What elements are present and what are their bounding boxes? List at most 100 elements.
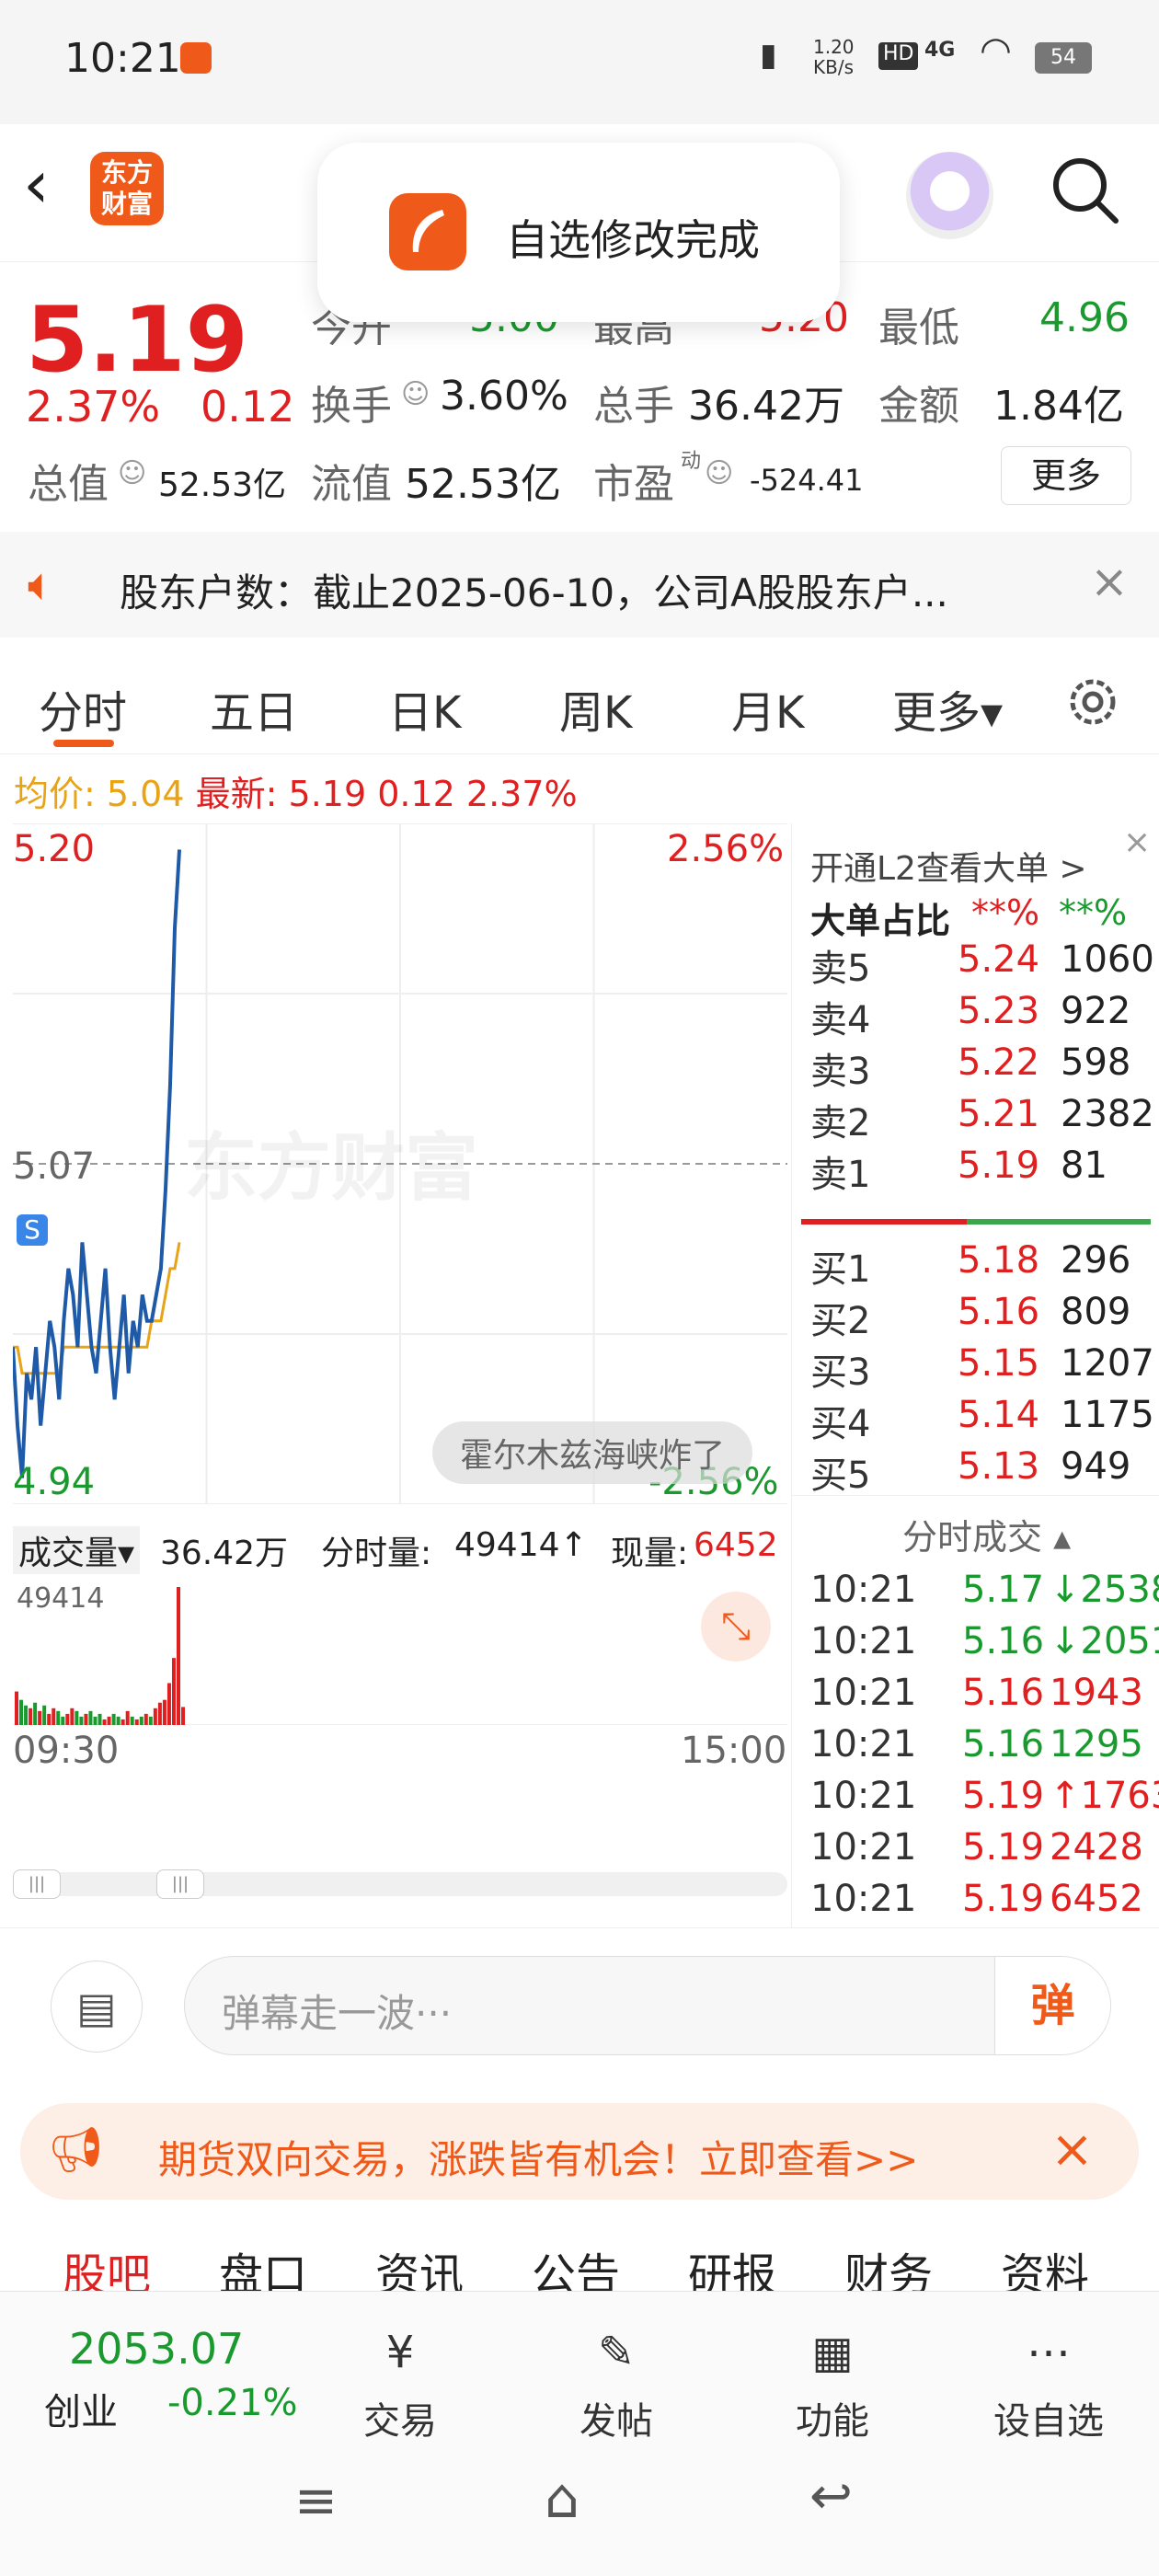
- bid-volume: 1175: [1061, 1394, 1154, 1436]
- nav-functions[interactable]: ▦ 功能: [740, 2319, 924, 2444]
- robot-avatar-icon[interactable]: [906, 152, 993, 239]
- tick-time: 10:21: [810, 1672, 917, 1714]
- tick-time: 10:21: [810, 1878, 917, 1920]
- tick-volume: 6452: [1050, 1878, 1143, 1920]
- bid-level-label: 买4: [810, 1403, 871, 1445]
- volume-bar: [79, 1716, 84, 1725]
- scroll-handle-right[interactable]: |||: [156, 1869, 204, 1899]
- volume-bar: [143, 1713, 148, 1725]
- tick-price: 5.17: [962, 1569, 1045, 1611]
- close-icon[interactable]: ×: [1090, 555, 1129, 608]
- volume-bar: [70, 1708, 75, 1725]
- tab-weekly-k[interactable]: 周K: [559, 676, 632, 741]
- bid-level-label: 买2: [810, 1300, 871, 1342]
- volume-bar: [153, 1708, 157, 1725]
- menu-icon[interactable]: ≡: [294, 2471, 338, 2531]
- now-label: 现量:: [611, 1535, 689, 1572]
- orderbook-row: 10:21 5.17↓2538: [792, 1569, 1159, 1620]
- volume-bar: [33, 1702, 38, 1725]
- mcap-value: 52.53亿: [158, 466, 287, 504]
- orderbook-row: 买3 5.15 1207: [792, 1342, 1159, 1394]
- danmaku-toggle-icon[interactable]: ▤: [51, 1961, 143, 2053]
- ad-banner[interactable]: 📢︎ 期货双向交易，涨跌皆有机会！立即查看>> ×: [20, 2103, 1139, 2200]
- ask-price: 5.24: [958, 938, 1040, 981]
- ask-level-label: 卖2: [810, 1102, 871, 1144]
- ask-volume: 1060: [1061, 938, 1154, 981]
- l2-link[interactable]: 开通L2查看大单 >: [810, 842, 1087, 890]
- volume-bar: [134, 1719, 139, 1725]
- tab-daily-k[interactable]: 日K: [388, 676, 461, 741]
- danmaku-bubble[interactable]: 霍尔木兹海峡炸了: [432, 1421, 753, 1484]
- tick-price: 5.16: [962, 1723, 1045, 1765]
- more-button[interactable]: 更多: [1001, 446, 1131, 505]
- nav-add-watchlist-label: 设自选: [993, 2400, 1104, 2443]
- ask-level-label: 卖1: [810, 1154, 871, 1196]
- tick-volume: ↓2051: [1050, 1620, 1159, 1662]
- orderbook-row: 10:21 5.19 6452: [792, 1878, 1159, 1929]
- tick-price: 5.19: [962, 1826, 1045, 1869]
- danmaku-input[interactable]: 弹幕走一波··· 弹: [184, 1956, 1111, 2055]
- ad-text: 期货双向交易，涨跌皆有机会！立即查看>>: [158, 2137, 919, 2182]
- tab-intraday[interactable]: 分时: [39, 676, 127, 741]
- volume-bar: [107, 1716, 111, 1725]
- home-icon[interactable]: ⌂: [545, 2467, 580, 2531]
- info-icon[interactable]: ☺: [705, 457, 733, 489]
- settings-gear-icon[interactable]: [1062, 672, 1123, 732]
- volume-bar: [56, 1710, 61, 1725]
- close-l2-icon[interactable]: ×: [1123, 823, 1151, 861]
- signal-marker[interactable]: S: [17, 1214, 48, 1246]
- nav-trade[interactable]: ¥ 交易: [308, 2319, 492, 2444]
- back-arrow-icon[interactable]: ‹: [23, 147, 50, 221]
- turnover-label: 换手: [311, 383, 392, 430]
- volume-bar: [52, 1708, 56, 1725]
- bottom-nav: 2053.07 创业 -0.21% ¥ 交易 ✎ 发帖 ▦ 功能 ⋯ 设自选 ≡ ⌂ ↩: [0, 2291, 1159, 2576]
- nav-post-label: 发帖: [580, 2400, 653, 2443]
- big-buy: **%: [1059, 892, 1128, 933]
- tab-more[interactable]: 更多▾: [892, 676, 1003, 741]
- bid-price: 5.15: [958, 1342, 1040, 1385]
- search-icon[interactable]: [1047, 152, 1122, 227]
- index-name: 创业: [44, 2391, 118, 2433]
- nav-trade-label: 交易: [363, 2400, 437, 2443]
- orderbook-row: 买5 5.13 949: [792, 1445, 1159, 1497]
- volume-bar: [19, 1699, 24, 1725]
- volume-selector[interactable]: 成交量▾: [13, 1526, 141, 1574]
- tick-price: 5.19: [962, 1775, 1045, 1817]
- ad-close-icon[interactable]: ×: [1050, 2120, 1094, 2179]
- clock: 10:21: [64, 35, 181, 82]
- scroll-handle-left[interactable]: |||: [13, 1869, 61, 1899]
- stock-subtabs: 股吧 盘口 资讯 公告 研报 财务 资料: [0, 2203, 1159, 2301]
- volume-header: 成交量▾ 36.42万 分时量: 49414↑ 现量: 6452: [13, 1523, 791, 1574]
- ticks-header[interactable]: 分时成交 ▴: [902, 1509, 1071, 1559]
- volume-bar: [61, 1716, 65, 1725]
- volume-bar: [15, 1691, 18, 1725]
- eastmoney-logo: 东方财富: [90, 152, 164, 225]
- status-bar: 10:21 ▮ 1.20 KB/s HD 4G ◠ 54: [0, 0, 1159, 124]
- y-top-pct: 2.56%: [667, 828, 785, 870]
- feather-icon: [389, 193, 466, 270]
- back-gesture-icon[interactable]: ↩: [809, 2467, 853, 2526]
- info-icon[interactable]: ☺: [401, 378, 430, 410]
- volume-bar: [84, 1713, 88, 1725]
- send-danmaku-button[interactable]: 弹: [994, 1957, 1110, 2054]
- nav-post[interactable]: ✎ 发帖: [524, 2319, 708, 2444]
- tick-volume: 1295: [1050, 1723, 1143, 1765]
- volume-chart: [13, 1587, 787, 1725]
- notice-bar[interactable]: 🔈︎ 股东户数：截止2025-06-10，公司A股股东户... ×: [0, 532, 1159, 638]
- nav-add-watchlist[interactable]: ⋯ 设自选: [957, 2319, 1141, 2444]
- ask-price: 5.21: [958, 1093, 1040, 1135]
- tick-price: 5.16: [962, 1672, 1045, 1714]
- more-dots-icon: ⋯: [1027, 2327, 1071, 2378]
- toast-text: 自选修改完成: [506, 215, 760, 265]
- trade-icon: ¥: [385, 2327, 415, 2378]
- time-scrollbar[interactable]: [13, 1872, 787, 1896]
- info-icon[interactable]: ☺: [118, 457, 146, 489]
- ask-level-label: 卖5: [810, 948, 871, 990]
- tab-monthly-k[interactable]: 月K: [731, 676, 804, 741]
- volume-bar: [24, 1705, 29, 1725]
- tab-5day[interactable]: 五日: [210, 676, 298, 741]
- tick-price: 5.16: [962, 1620, 1045, 1662]
- expand-icon[interactable]: ⤡: [701, 1592, 771, 1662]
- index-value[interactable]: 2053.07: [69, 2324, 244, 2374]
- pe-superscript: 动: [681, 450, 702, 473]
